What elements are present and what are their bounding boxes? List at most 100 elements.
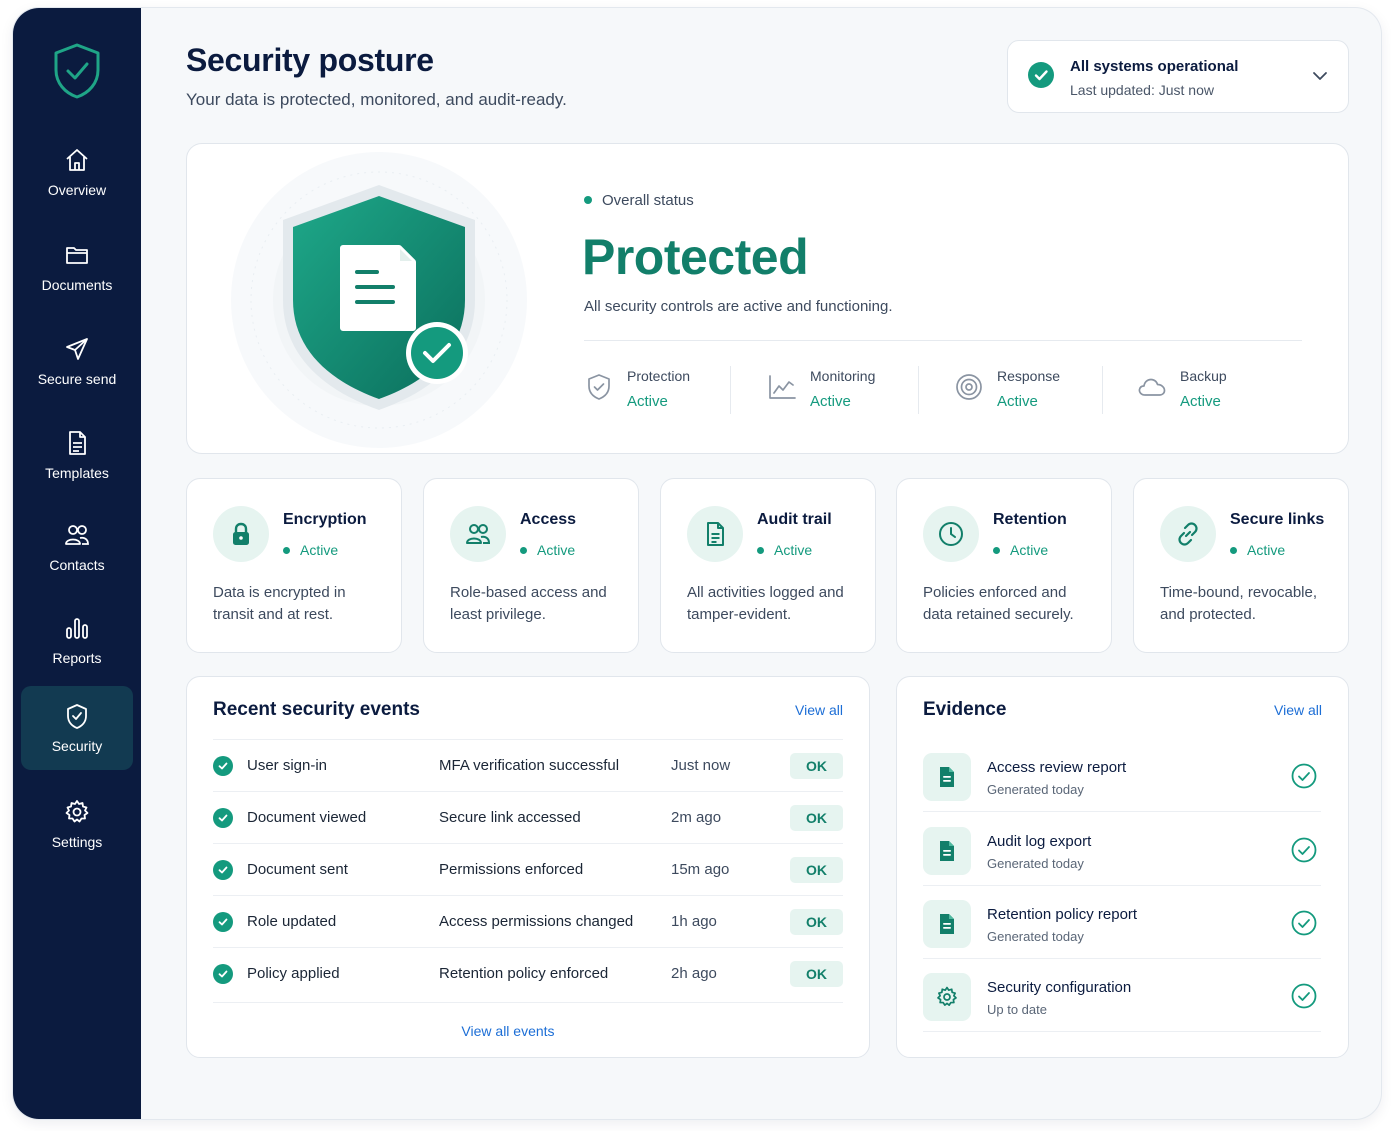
feature-status: Active	[1230, 542, 1285, 558]
status-badge: OK	[790, 857, 843, 883]
panel-title: Evidence	[923, 699, 1007, 720]
divider	[730, 366, 731, 414]
line-chart-icon	[769, 375, 796, 399]
lock-icon	[233, 522, 249, 545]
list-item[interactable]: Retention policy report Generated today	[923, 886, 1321, 959]
document-icon	[707, 522, 724, 546]
file-icon	[940, 914, 954, 934]
feature-card-audit-trail[interactable]: Audit trail Active All activities logged…	[660, 478, 876, 653]
overall-status-description: All security controls are active and fun…	[584, 298, 893, 315]
feature-card-secure-links[interactable]: Secure links Active Time-bound, revocabl…	[1133, 478, 1349, 653]
document-icon	[69, 431, 86, 455]
target-icon	[956, 374, 982, 400]
sidebar-item-label: Reports	[52, 650, 102, 666]
event-time: 2h ago	[671, 965, 717, 982]
send-icon	[66, 338, 88, 360]
control-label: Response	[997, 368, 1061, 384]
events-view-all-link[interactable]: View all	[795, 702, 843, 718]
list-item[interactable]: Audit log export Generated today	[923, 813, 1321, 886]
feature-description: Policies enforced and data retained secu…	[923, 584, 1074, 623]
sidebar-item-templates[interactable]: Templates	[21, 413, 133, 497]
page-title: Security posture	[186, 42, 434, 78]
status-badge: OK	[790, 961, 843, 987]
feature-card-retention[interactable]: Retention Active Policies enforced and d…	[896, 478, 1112, 653]
divider	[1102, 366, 1103, 414]
overall-status-label: Overall status	[584, 192, 694, 209]
table-row[interactable]: Policy applied Retention policy enforced…	[213, 947, 843, 999]
evidence-panel: Evidence View all Access review report G…	[896, 676, 1349, 1058]
event-detail: Access permissions changed	[439, 913, 634, 930]
evidence-title: Security configuration	[987, 979, 1132, 996]
check-circle-icon	[213, 756, 233, 776]
sidebar-item-label: Contacts	[49, 557, 105, 573]
status-dot	[584, 196, 592, 205]
gear-icon-wrap	[923, 973, 971, 1021]
feature-description: All activities logged and tamper-evident…	[687, 584, 844, 623]
control-value: Active	[810, 393, 851, 410]
control-label: Protection	[627, 368, 691, 384]
check-circle-icon	[1291, 763, 1317, 789]
evidence-view-all-link[interactable]: View all	[1274, 702, 1322, 718]
view-all-events-link[interactable]: View all events	[213, 1023, 803, 1039]
shield-icon	[67, 704, 87, 729]
evidence-title: Access review report	[987, 759, 1127, 776]
event-name: Document viewed	[247, 809, 367, 826]
file-icon	[940, 767, 954, 787]
folder-icon	[66, 247, 88, 264]
evidence-subtitle: Up to date	[987, 1002, 1047, 1017]
shield-check-icon	[588, 374, 610, 400]
event-detail: Retention policy enforced	[439, 965, 609, 982]
feature-name: Access	[520, 511, 577, 528]
event-time: 1h ago	[671, 913, 717, 930]
event-time: Just now	[671, 757, 731, 774]
recent-events-panel: Recent security events View all User sig…	[186, 676, 870, 1058]
table-row[interactable]: Document viewed Secure link accessed 2m …	[213, 791, 843, 843]
feature-icon-wrap	[213, 506, 269, 562]
feature-name: Secure links	[1230, 511, 1325, 528]
overall-status-label-text: Overall status	[602, 192, 694, 209]
clock-icon	[939, 522, 963, 546]
sidebar-item-documents[interactable]: Documents	[21, 225, 133, 309]
feature-icon-wrap	[923, 506, 979, 562]
chevron-down-icon[interactable]	[1312, 68, 1328, 84]
gear-icon	[65, 800, 89, 823]
status-badge: OK	[790, 805, 843, 831]
sidebar-item-security[interactable]: Security	[21, 686, 133, 770]
feature-icon-wrap	[1160, 506, 1216, 562]
list-item[interactable]: Access review report Generated today	[923, 739, 1321, 812]
users-icon	[65, 525, 89, 545]
sidebar-item-reports[interactable]: Reports	[21, 598, 133, 682]
feature-status: Active	[283, 542, 338, 558]
sidebar-item-overview[interactable]: Overview	[21, 130, 133, 214]
evidence-title: Retention policy report	[987, 906, 1138, 923]
feature-card-encryption[interactable]: Encryption Active Data is encrypted in t…	[186, 478, 402, 653]
sidebar-item-label: Templates	[45, 465, 109, 481]
table-row[interactable]: Role updated Access permissions changed …	[213, 895, 843, 947]
feature-icon-wrap	[450, 506, 506, 562]
sidebar-item-secure-send[interactable]: Secure send	[21, 319, 133, 403]
feature-description: Time-bound, revocable, and protected.	[1160, 584, 1318, 623]
sidebar-item-label: Secure send	[37, 371, 117, 387]
evidence-subtitle: Generated today	[987, 929, 1084, 944]
check-circle-icon	[213, 808, 233, 828]
file-icon-wrap	[923, 827, 971, 875]
feature-card-access[interactable]: Access Active Role-based access and leas…	[423, 478, 639, 653]
system-status-dropdown[interactable]: All systems operational Last updated: Ju…	[1007, 40, 1349, 113]
list-item[interactable]: Security configuration Up to date	[923, 959, 1321, 1032]
sidebar-item-settings[interactable]: Settings	[21, 782, 133, 866]
file-icon-wrap	[923, 753, 971, 801]
status-badge: OK	[790, 909, 843, 935]
system-status-updated: Last updated: Just now	[1070, 82, 1214, 98]
main-content: Security posture Your data is protected,…	[141, 8, 1381, 1119]
feature-name: Retention	[993, 511, 1067, 528]
event-name: Role updated	[247, 913, 337, 930]
table-row[interactable]: User sign-in MFA verification successful…	[213, 739, 843, 791]
sidebar-item-label: Settings	[51, 834, 103, 850]
check-circle-icon	[213, 860, 233, 880]
feature-status: Active	[993, 542, 1048, 558]
sidebar-item-contacts[interactable]: Contacts	[21, 505, 133, 589]
users-icon	[466, 524, 491, 544]
check-circle-icon	[1291, 910, 1317, 936]
table-row[interactable]: Document sent Permissions enforced 15m a…	[213, 843, 843, 895]
evidence-title: Audit log export	[987, 833, 1092, 850]
